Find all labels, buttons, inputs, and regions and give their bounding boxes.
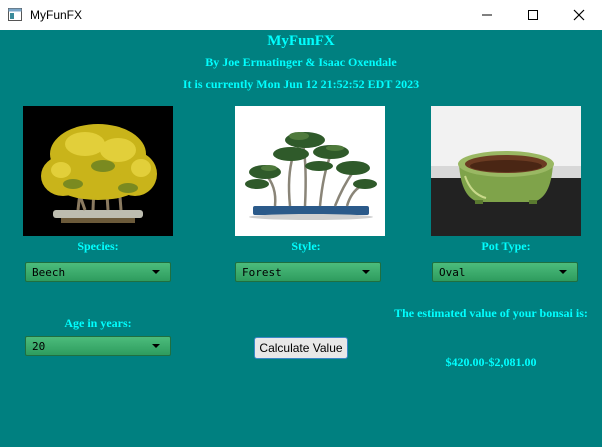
close-button[interactable] [556,0,602,30]
chevron-down-icon [152,270,160,274]
chevron-down-icon [152,344,160,348]
authors-text: By Joe Ermatinger & Isaac Oxendale [205,55,397,69]
pot-type-label: Pot Type: [481,239,531,253]
pot-image [431,106,581,236]
style-select-value: Forest [242,266,282,279]
species-image [23,106,173,236]
minimize-button[interactable] [464,0,510,30]
pot-type-select[interactable]: Oval [432,262,578,282]
age-select[interactable]: 20 [25,336,171,356]
pot-type-select-value: Oval [439,266,466,279]
app-icon [8,8,22,21]
style-label: Style: [291,239,321,253]
chevron-down-icon [362,270,370,274]
close-icon [573,9,585,21]
estimate-label: The estimated value of your bonsai is: [394,306,588,320]
species-select[interactable]: Beech [25,262,171,282]
estimate-value: $420.00-$2,081.00 [445,355,537,369]
maximize-button[interactable] [510,0,556,30]
app-heading: MyFunFX [267,33,335,49]
style-select[interactable]: Forest [235,262,381,282]
maximize-icon [528,10,538,20]
calculate-value-button[interactable]: Calculate Value [254,337,348,359]
age-label: Age in years: [64,316,132,330]
style-image [235,106,385,236]
current-time-text: It is currently Mon Jun 12 21:52:52 EDT … [182,77,420,91]
app-content: MyFunFX By Joe Ermatinger & Isaac Oxenda… [1,30,601,446]
species-select-value: Beech [32,266,66,279]
species-label: Species: [77,239,119,253]
minimize-icon [482,14,492,16]
window-titlebar: MyFunFX [0,0,602,30]
chevron-down-icon [559,270,567,274]
window-title: MyFunFX [30,8,83,22]
age-select-value: 20 [32,340,46,353]
